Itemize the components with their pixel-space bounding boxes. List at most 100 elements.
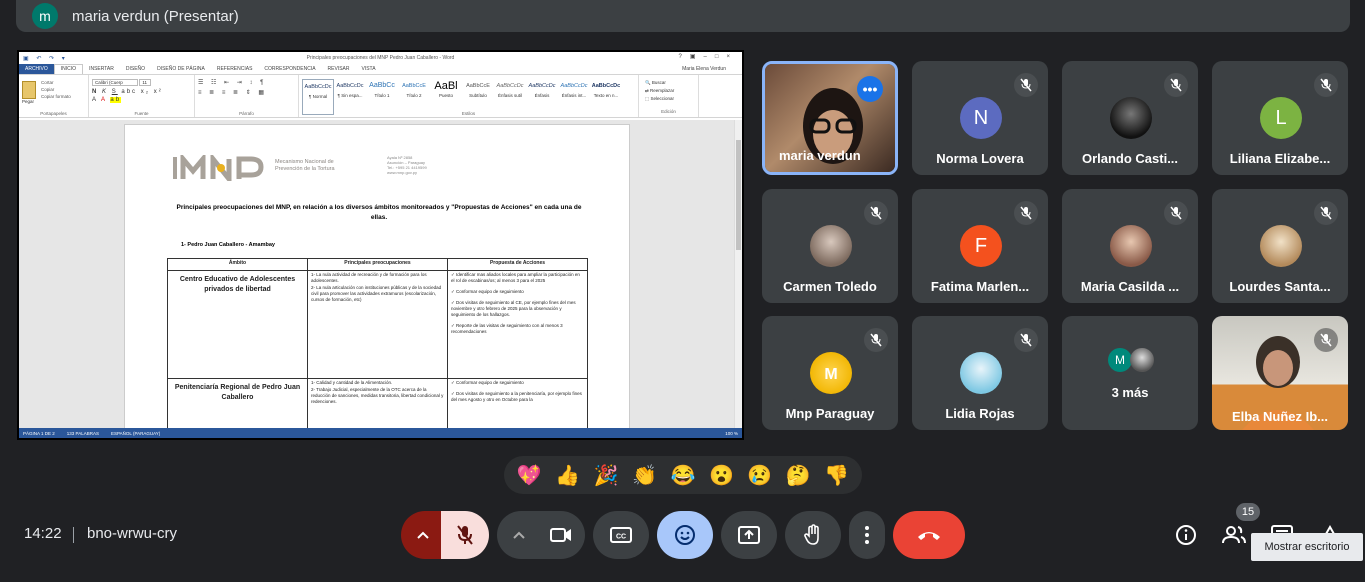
style-item[interactable]: AaBbCcE Título 2 bbox=[398, 79, 430, 115]
styles-group-label: Estilos bbox=[461, 111, 476, 116]
mic-off-icon bbox=[457, 525, 473, 545]
participant-tile[interactable]: Maria Casilda ... bbox=[1062, 189, 1198, 303]
audio-options-button[interactable] bbox=[401, 511, 445, 559]
paragraph-group: ☰ ☷ ⇤ ⇥ ↕ ¶ ≡ ≣ ≡ ≣ ⇕ ▦ Párrafo bbox=[195, 75, 299, 117]
zoom-level[interactable]: 100 % bbox=[725, 431, 738, 436]
participant-tile[interactable]: Lidia Rojas bbox=[912, 316, 1048, 430]
info-icon bbox=[1176, 525, 1196, 545]
clipboard-group: Pegar Cortar Copiar Copiar formato Porta… bbox=[19, 75, 89, 117]
style-item[interactable]: AaBl Puesto bbox=[430, 79, 462, 115]
presenter-avatar: m bbox=[32, 3, 58, 29]
mic-off-icon bbox=[1164, 201, 1188, 225]
meeting-details-button[interactable] bbox=[1171, 520, 1201, 550]
cut-button[interactable]: Cortar bbox=[41, 79, 71, 86]
meeting-code: bno-wrwu-cry bbox=[87, 525, 178, 542]
reaction-sad-icon[interactable]: 😢 bbox=[747, 463, 772, 488]
mic-off-icon bbox=[864, 201, 888, 225]
reaction-heart-icon[interactable]: 💖 bbox=[517, 463, 542, 488]
captions-button[interactable]: CC bbox=[593, 511, 649, 559]
reaction-clap-icon[interactable]: 👏 bbox=[632, 463, 657, 488]
copy-button[interactable]: Copiar bbox=[41, 86, 71, 93]
document-page[interactable]: Mecanismo Nacional de Prevención de la T… bbox=[124, 124, 630, 428]
document-area[interactable]: Mecanismo Nacional de Prevención de la T… bbox=[19, 120, 742, 428]
styles-group: AaBbCcDc ¶ Normal AaBbCcDc ¶ Sin espa... A… bbox=[299, 75, 639, 117]
style-item[interactable]: AaBbCcDc ¶ Sin espa... bbox=[334, 79, 366, 115]
edit-group-label: Edición bbox=[661, 109, 676, 114]
leave-call-button[interactable] bbox=[893, 511, 965, 559]
tab-archivo[interactable]: ARCHIVO bbox=[19, 64, 54, 74]
participant-tile[interactable]: F Fatima Marlen... bbox=[912, 189, 1048, 303]
mnp-address: Ayala Nº 2858 Asunción – Paraguay Tel.: … bbox=[387, 155, 427, 175]
participant-photo bbox=[960, 352, 1002, 394]
table-header: Principales preocupaciones bbox=[307, 258, 448, 271]
tab-vista[interactable]: VISTA bbox=[356, 66, 382, 72]
more-options-icon[interactable]: ••• bbox=[857, 76, 883, 102]
tab-revisar[interactable]: REVISAR bbox=[322, 66, 356, 72]
tab-referencias[interactable]: REFERENCIAS bbox=[211, 66, 259, 72]
camera-button[interactable] bbox=[537, 511, 585, 559]
tab-inicio[interactable]: INICIO bbox=[53, 64, 84, 74]
chevron-up-icon bbox=[513, 531, 525, 539]
list-icons[interactable]: ☰ ☷ ⇤ ⇥ ↕ ¶ bbox=[198, 79, 295, 86]
style-item[interactable]: AaBbCc Título 1 bbox=[366, 79, 398, 115]
participant-tile[interactable]: ••• maria verdun bbox=[762, 61, 898, 175]
emoji-reactions-button[interactable] bbox=[657, 511, 713, 559]
tab-correspondencia[interactable]: CORRESPONDENCIA bbox=[258, 66, 321, 72]
style-item[interactable]: AaBbCcDc Texto en n... bbox=[590, 79, 622, 115]
replace-button[interactable]: ⇄ Reemplazar bbox=[645, 87, 695, 95]
style-item[interactable]: AaBbCcDc ¶ Normal bbox=[302, 79, 334, 115]
select-button[interactable]: ⬚ Seleccionar bbox=[645, 95, 695, 103]
participant-avatar: L bbox=[1260, 97, 1302, 139]
tab-insertar[interactable]: INSERTAR bbox=[83, 66, 120, 72]
participant-tile[interactable]: Elba Nuñez Ib... bbox=[1212, 316, 1348, 430]
present-icon bbox=[738, 526, 760, 544]
tab-diseno[interactable]: DISEÑO bbox=[120, 66, 151, 72]
reaction-thumbs-down-icon[interactable]: 👎 bbox=[824, 463, 849, 488]
tab-diseno-pagina[interactable]: DISEÑO DE PÁGINA bbox=[151, 66, 211, 72]
reaction-party-icon[interactable]: 🎉 bbox=[594, 463, 619, 488]
paste-icon[interactable] bbox=[22, 81, 36, 99]
style-item[interactable]: AaBbCcE Subtítulo bbox=[462, 79, 494, 115]
more-vert-icon bbox=[865, 526, 869, 544]
hang-up-icon bbox=[918, 532, 940, 540]
style-item[interactable]: AaBbCcDc Énfasis bbox=[526, 79, 558, 115]
people-button[interactable] bbox=[1219, 520, 1249, 550]
font-format-icons[interactable]: N K S abc x₂ x² bbox=[92, 89, 191, 95]
participant-tile[interactable]: Lourdes Santa... bbox=[1212, 189, 1348, 303]
video-options-button[interactable] bbox=[497, 511, 541, 559]
find-button[interactable]: 🔍 Buscar bbox=[645, 79, 695, 87]
table-row: Penitenciaría Regional de Pedro Juan Cab… bbox=[167, 378, 588, 428]
participant-photo bbox=[810, 225, 852, 267]
reaction-thinking-icon[interactable]: 🤔 bbox=[786, 463, 811, 488]
reaction-thumbs-up-icon[interactable]: 👍 bbox=[555, 463, 580, 488]
participant-name: Lidia Rojas bbox=[945, 406, 1015, 421]
reaction-laugh-icon[interactable]: 😂 bbox=[671, 463, 696, 488]
font-size-select[interactable]: 11 bbox=[139, 79, 152, 86]
style-item[interactable]: AaBbCcDc Énfasis sutil bbox=[494, 79, 526, 115]
word-ribbon: Pegar Cortar Copiar Copiar formato Porta… bbox=[19, 74, 742, 118]
ambito-cell: Penitenciaría Regional de Pedro Juan Cab… bbox=[167, 378, 308, 428]
participant-tile[interactable]: L Liliana Elizabe... bbox=[1212, 61, 1348, 175]
participant-photo bbox=[1110, 97, 1152, 139]
preocupaciones-cell: 1- La nula actividad de recreación y de … bbox=[307, 270, 448, 379]
participant-tile[interactable]: N Norma Lovera bbox=[912, 61, 1048, 175]
table-row: Centro Educativo de Adolescentes privado… bbox=[167, 270, 588, 379]
participant-tile[interactable]: Carmen Toledo bbox=[762, 189, 898, 303]
format-painter-button[interactable]: Copiar formato bbox=[41, 93, 71, 100]
present-screen-button[interactable] bbox=[721, 511, 777, 559]
microphone-button[interactable] bbox=[441, 511, 489, 559]
table-header-row: Ámbito Principales preocupaciones Propue… bbox=[167, 258, 588, 271]
document-scrollbar[interactable] bbox=[734, 120, 742, 428]
screen-share[interactable]: ▣ ↶ ↷ ▾ Principales preocupaciones del M… bbox=[17, 50, 744, 440]
font-color-icons[interactable]: A A ab bbox=[92, 97, 191, 103]
more-participants-tile[interactable]: M 3 más bbox=[1062, 316, 1198, 430]
participant-tile[interactable]: M Mnp Paraguay bbox=[762, 316, 898, 430]
participant-tile[interactable]: Orlando Casti... bbox=[1062, 61, 1198, 175]
align-icons[interactable]: ≡ ≣ ≡ ≣ ⇕ ▦ bbox=[198, 89, 295, 96]
more-options-button[interactable] bbox=[849, 511, 885, 559]
reaction-surprised-icon[interactable]: 😮 bbox=[709, 463, 734, 488]
style-item[interactable]: AaBbCcDc Énfasis int... bbox=[558, 79, 590, 115]
font-name-select[interactable]: Calibri (Cuerp bbox=[92, 79, 138, 86]
raise-hand-button[interactable] bbox=[785, 511, 841, 559]
document-section-title: 1- Pedro Juan Caballero - Amambay bbox=[181, 242, 275, 248]
